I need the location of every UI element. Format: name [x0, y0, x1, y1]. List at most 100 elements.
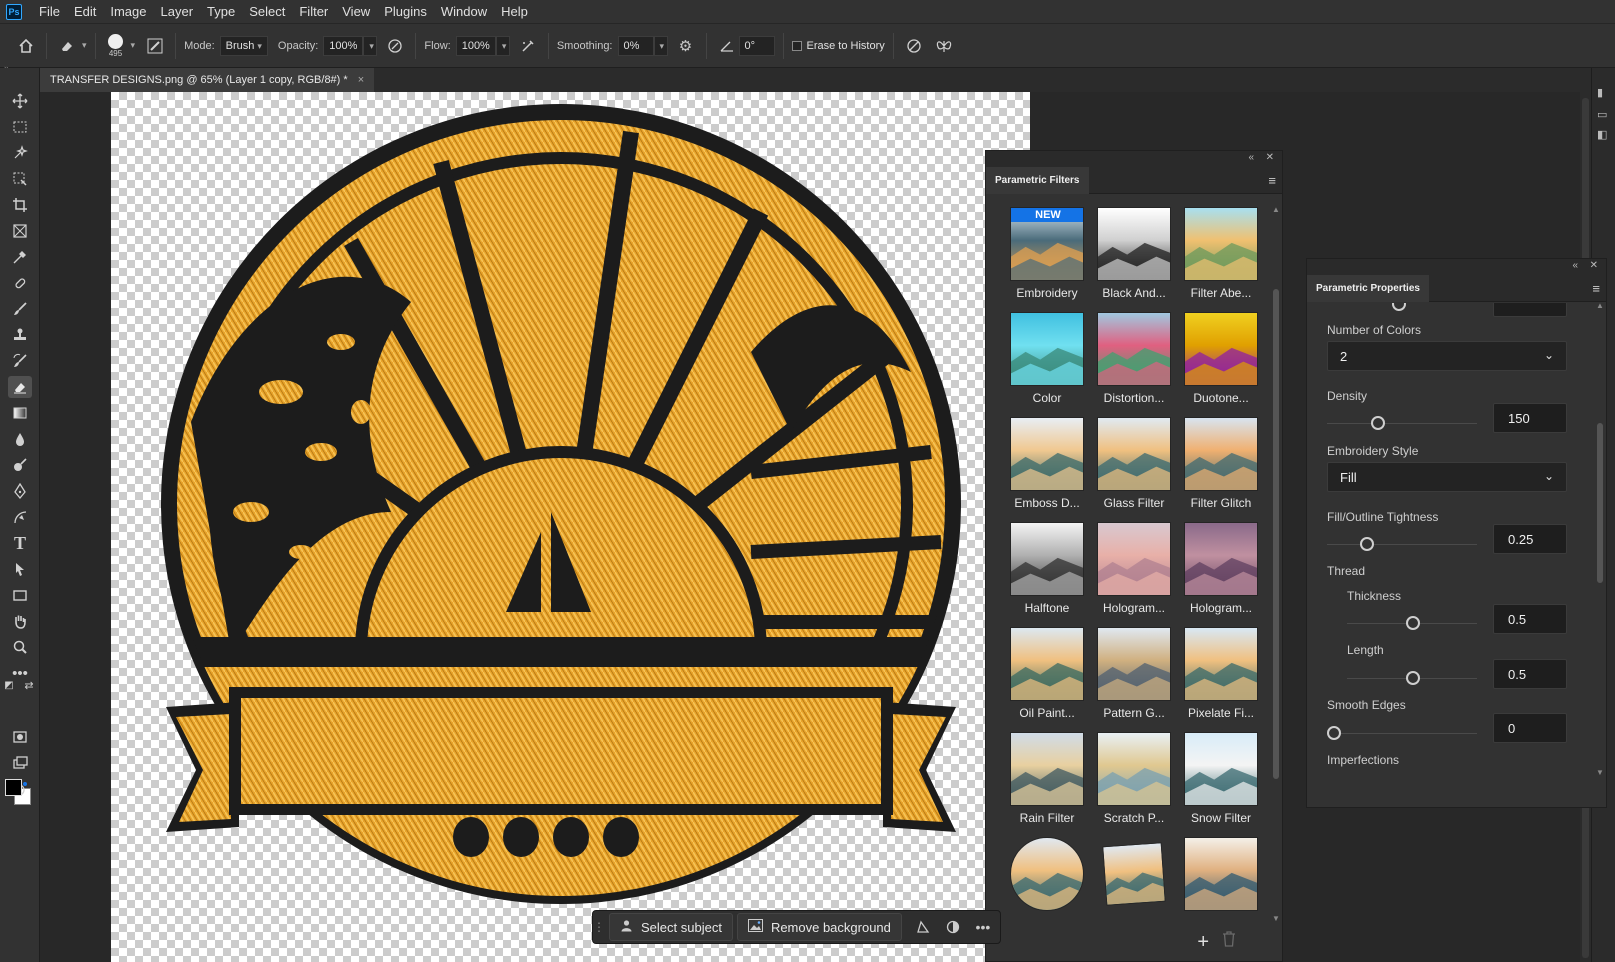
collapse-icon[interactable]: « [1572, 260, 1578, 271]
filter-item[interactable] [1184, 837, 1258, 911]
brush-size-picker[interactable]: 495 [104, 33, 128, 58]
collapsed-panel-icon[interactable]: ◧ [1597, 128, 1607, 141]
tightness-slider-track[interactable] [1327, 544, 1477, 545]
document-canvas[interactable] [111, 92, 1030, 962]
eraser-tool-icon[interactable] [8, 376, 32, 398]
close-icon[interactable]: ✕ [1590, 260, 1598, 271]
path-selection-tool-icon[interactable] [8, 558, 32, 580]
filter-item[interactable]: Color [1010, 312, 1084, 405]
collapsed-panel-icon[interactable]: ▮ [1597, 86, 1603, 99]
thickness-slider-knob[interactable] [1406, 616, 1420, 630]
density-slider-knob[interactable] [1371, 416, 1385, 430]
frame-tool-icon[interactable] [8, 220, 32, 242]
curvature-pen-tool-icon[interactable] [8, 506, 32, 528]
scroll-down-icon[interactable]: ▼ [1596, 768, 1604, 777]
filter-item[interactable]: Scratch P... [1097, 732, 1171, 825]
object-selection-tool-icon[interactable] [8, 142, 32, 164]
trash-icon[interactable] [1222, 931, 1236, 952]
object-select-box-icon[interactable] [8, 168, 32, 190]
collapse-icon[interactable]: « [1248, 152, 1254, 163]
smooth-edges-field[interactable]: 0 [1493, 713, 1567, 743]
blur-tool-icon[interactable] [8, 428, 32, 450]
smooth-edges-slider-knob[interactable] [1327, 726, 1341, 740]
slider-knob[interactable] [1392, 303, 1406, 311]
airbrush-icon[interactable] [516, 34, 540, 58]
menu-help[interactable]: Help [494, 0, 535, 23]
flow-field[interactable]: 100% [455, 35, 496, 56]
scrollbar-thumb[interactable] [1273, 289, 1279, 779]
tightness-slider-knob[interactable] [1360, 537, 1374, 551]
filter-item[interactable]: Black And... [1097, 207, 1171, 300]
density-field[interactable]: 150 [1493, 403, 1567, 433]
collapsed-panel-icon[interactable]: ▭ [1597, 108, 1607, 121]
filter-item[interactable]: Distortion... [1097, 312, 1171, 405]
filter-item[interactable]: Oil Paint... [1010, 627, 1084, 720]
filter-item[interactable]: Pattern G... [1097, 627, 1171, 720]
smoothing-dropdown[interactable]: ▾ [653, 35, 668, 56]
document-tab[interactable]: TRANSFER DESIGNS.png @ 65% (Layer 1 copy… [40, 68, 375, 92]
menu-view[interactable]: View [335, 0, 377, 23]
transform-icon[interactable] [908, 913, 938, 941]
smooth-edges-slider-track[interactable] [1327, 733, 1477, 734]
remove-background-button[interactable]: Remove background [736, 913, 902, 941]
panel-menu-icon[interactable]: ≡ [1268, 173, 1276, 188]
menu-select[interactable]: Select [242, 0, 292, 23]
zoom-tool-icon[interactable] [8, 636, 32, 658]
filter-item[interactable]: Hologram... [1097, 522, 1171, 615]
opacity-field[interactable]: 100% [323, 35, 364, 56]
menu-plugins[interactable]: Plugins [377, 0, 434, 23]
erase-history-checkbox[interactable] [791, 40, 802, 51]
rectangle-tool-icon[interactable] [8, 584, 32, 606]
filter-item[interactable]: Filter Glitch [1184, 417, 1258, 510]
quick-mask-icon[interactable] [8, 726, 32, 748]
close-icon[interactable]: ✕ [1266, 152, 1274, 163]
close-icon[interactable]: × [358, 74, 364, 86]
filter-item[interactable]: Emboss D... [1010, 417, 1084, 510]
pen-tool-icon[interactable] [8, 480, 32, 502]
smoothing-field[interactable]: 0% [617, 35, 654, 56]
menu-window[interactable]: Window [434, 0, 494, 23]
tab-parametric-properties[interactable]: Parametric Properties [1307, 275, 1429, 302]
menu-type[interactable]: Type [200, 0, 242, 23]
tightness-field[interactable]: 0.25 [1493, 524, 1567, 554]
drag-handle-icon[interactable]: ⋮ [593, 920, 605, 934]
gradient-tool-icon[interactable] [8, 402, 32, 424]
embroidery-style-select[interactable]: Fill ⌄ [1327, 462, 1567, 492]
scrollbar-thumb[interactable] [1597, 423, 1603, 583]
filter-item[interactable]: Pixelate Fi... [1184, 627, 1258, 720]
history-brush-tool-icon[interactable] [8, 350, 32, 372]
menu-edit[interactable]: Edit [67, 0, 103, 23]
more-options-icon[interactable]: ••• [968, 913, 998, 941]
panel-menu-icon[interactable]: ≡ [1592, 281, 1600, 296]
default-colors-icon[interactable]: ◩ [2, 678, 16, 692]
type-tool-icon[interactable]: T [8, 532, 32, 554]
filter-item[interactable]: Duotone... [1184, 312, 1258, 405]
filter-item[interactable] [1010, 837, 1084, 911]
previous-value-field[interactable] [1493, 303, 1567, 317]
scroll-up-icon[interactable]: ▲ [1272, 205, 1280, 214]
menu-file[interactable]: File [32, 0, 67, 23]
foreground-color-swatch[interactable] [5, 779, 22, 796]
healing-brush-tool-icon[interactable] [8, 272, 32, 294]
select-subject-button[interactable]: Select subject [609, 913, 733, 941]
length-slider-knob[interactable] [1406, 671, 1420, 685]
pressure-opacity-icon[interactable] [383, 34, 407, 58]
filter-item[interactable]: Filter Abe... [1184, 207, 1258, 300]
density-slider-track[interactable] [1327, 423, 1477, 424]
angle-field[interactable]: 0° [738, 35, 775, 56]
mode-select[interactable]: Brush ▾ [219, 35, 268, 56]
filter-item[interactable]: Snow Filter [1184, 732, 1258, 825]
number-of-colors-select[interactable]: 2 ⌄ [1327, 341, 1567, 371]
filter-item[interactable]: Rain Filter [1010, 732, 1084, 825]
brush-settings-icon[interactable] [143, 34, 167, 58]
scroll-up-icon[interactable]: ▲ [1596, 301, 1604, 310]
gear-icon[interactable]: ⚙ [674, 34, 698, 58]
menu-layer[interactable]: Layer [154, 0, 201, 23]
filter-item[interactable]: NEW Embroidery [1010, 207, 1084, 300]
chevron-down-icon[interactable]: ▾ [131, 40, 136, 51]
properties-scrollbar[interactable]: ▲ ▼ [1595, 301, 1605, 777]
filter-item[interactable]: Glass Filter [1097, 417, 1171, 510]
eraser-tool-preset-icon[interactable] [55, 34, 79, 58]
flow-dropdown[interactable]: ▾ [495, 35, 510, 56]
hand-tool-icon[interactable] [8, 610, 32, 632]
